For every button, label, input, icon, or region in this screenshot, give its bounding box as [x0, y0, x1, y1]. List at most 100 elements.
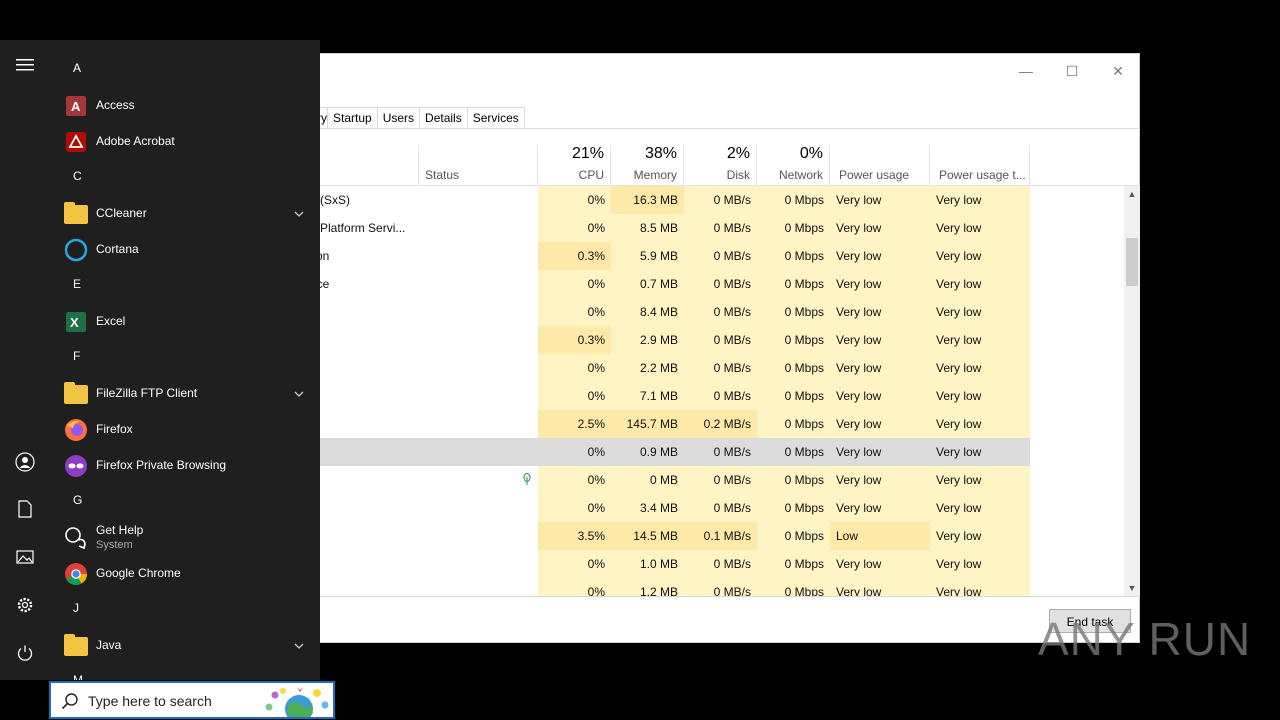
column-power-usage[interactable]: Power usage — [830, 145, 930, 186]
app-excel[interactable]: X Excel — [50, 304, 320, 340]
chevron-down-icon[interactable] — [294, 386, 304, 397]
app-firefox-private-browsing[interactable]: Firefox Private Browsing — [50, 448, 320, 484]
documents-icon[interactable] — [13, 500, 37, 524]
table-row[interactable]: 0.3% 2.9 MB 0 MB/s 0 Mbps Very low Very low — [301, 326, 1130, 354]
disk-value: 0 MB/s — [684, 578, 757, 596]
chevron-down-icon[interactable] — [294, 638, 304, 649]
table-row[interactable]: 0% 0 MB 0 MB/s 0 Mbps Very low Very low — [301, 466, 1130, 494]
hamburger-menu-icon[interactable] — [13, 56, 37, 80]
tab-bar: ry Startup Users Details Services — [301, 107, 525, 129]
process-name — [301, 578, 538, 596]
app-filezilla-ftp-client[interactable]: FileZilla FTP Client — [50, 376, 320, 412]
cpu-value: 0% — [538, 298, 611, 326]
table-row[interactable]: 0% 1.0 MB 0 MB/s 0 Mbps Very low Very low — [301, 550, 1130, 578]
taskbar-search-box[interactable]: Type here to search — [49, 681, 335, 719]
table-row[interactable]: 0% 2.2 MB 0 MB/s 0 Mbps Very low Very low — [301, 354, 1130, 382]
column-memory[interactable]: 38% Memory — [611, 145, 684, 186]
power-trend-value: Very low — [930, 494, 1030, 522]
cpu-value: 0.3% — [538, 242, 611, 270]
table-row[interactable]: tion0.3%5.9 MB0 MB/s0 MbpsVery lowVery l… — [301, 242, 1130, 270]
scroll-down-icon[interactable]: ▼ — [1124, 580, 1140, 596]
table-row[interactable]: n (SxS) 0% 16.3 MB 0 MB/s 0 Mbps Very low Very… — [301, 186, 1130, 214]
app-firefox[interactable]: Firefox — [50, 412, 320, 448]
table-row[interactable]: 0% 1.2 MB 0 MB/s 0 Mbps Very low Very low — [301, 578, 1130, 596]
app-label: Adobe Acrobat — [96, 134, 175, 148]
column-disk[interactable]: 2% Disk — [684, 145, 757, 186]
cpu-value: 0% — [538, 354, 611, 382]
tab-services[interactable]: Services — [466, 107, 525, 128]
process-name — [301, 326, 538, 354]
svg-text:X: X — [70, 315, 79, 330]
process-name: rice — [301, 270, 538, 298]
column-cpu-label: CPU — [578, 168, 604, 182]
network-value: 0 Mbps — [757, 522, 830, 550]
tab-startup[interactable]: Startup — [327, 107, 378, 128]
app-get-help[interactable]: Get Help System — [50, 520, 320, 556]
power-trend-value: Very low — [930, 270, 1030, 298]
scroll-up-icon[interactable]: ▲ — [1124, 186, 1140, 202]
network-value: 0 Mbps — [757, 242, 830, 270]
access-icon: A — [64, 94, 88, 118]
network-value: 0 Mbps — [757, 466, 830, 494]
app-java[interactable]: Java — [50, 628, 320, 664]
minimize-button[interactable]: — — [1011, 60, 1041, 82]
folder-icon — [64, 382, 88, 404]
scroll-thumb[interactable] — [1126, 238, 1138, 286]
app-cortana[interactable]: Cortana — [50, 232, 320, 268]
column-network[interactable]: 0% Network — [757, 145, 830, 186]
table-row[interactable]: 0% 7.1 MB 0 MB/s 0 Mbps Very low Very low — [301, 382, 1130, 410]
disk-value: 0.1 MB/s — [684, 522, 757, 550]
group-letter-a[interactable]: A — [73, 61, 81, 75]
chevron-down-icon[interactable] — [294, 206, 304, 217]
process-name: n (SxS) — [310, 193, 351, 207]
table-row[interactable]: 0% 8.4 MB 0 MB/s 0 Mbps Very low Very low — [301, 298, 1130, 326]
process-name — [301, 382, 538, 410]
disk-value: 0 MB/s — [713, 445, 751, 459]
table-row[interactable]: 0% 3.4 MB 0 MB/s 0 Mbps Very low Very low — [301, 494, 1130, 522]
column-status[interactable]: Status — [418, 145, 538, 186]
excel-icon: X — [64, 310, 88, 334]
network-value: 0 Mbps — [757, 214, 830, 242]
cpu-total: 21% — [571, 145, 604, 162]
power-usage-value: Very low — [830, 410, 930, 438]
app-access[interactable]: A Access — [50, 88, 320, 124]
power-icon[interactable] — [13, 644, 37, 668]
group-letter-g[interactable]: G — [73, 493, 82, 507]
vertical-scrollbar[interactable]: ▲ ▼ — [1124, 186, 1140, 596]
table-row[interactable]: 3.5% 14.5 MB 0.1 MB/s 0 Mbps Low Very low — [301, 522, 1130, 550]
table-row[interactable]: 0% 0.9 MB 0 MB/s 0 Mbps Very low Very low — [301, 438, 1030, 466]
cpu-value: 0% — [538, 494, 611, 522]
chrome-icon — [64, 562, 88, 586]
table-row[interactable]: 2.5% 145.7 MB 0.2 MB/s 0 Mbps Very low Very l… — [301, 410, 1130, 438]
group-letter-c[interactable]: C — [73, 169, 82, 183]
group-letter-j[interactable]: J — [73, 601, 79, 615]
network-value: 0 Mbps — [757, 270, 830, 298]
process-name — [301, 410, 538, 438]
power-usage-value: Very low — [830, 550, 930, 578]
user-account-icon[interactable] — [13, 452, 37, 476]
close-button[interactable]: ✕ — [1103, 60, 1133, 82]
maximize-button[interactable]: ☐ — [1057, 60, 1087, 82]
app-ccleaner[interactable]: CCleaner — [50, 196, 320, 232]
app-adobe-acrobat[interactable]: Adobe Acrobat — [50, 124, 320, 160]
column-power-usage-trend[interactable]: Power usage t... — [930, 145, 1030, 186]
efficiency-mode-leaf-icon — [523, 472, 531, 485]
cpu-value: 2.5% — [538, 410, 611, 438]
memory-value: 5.9 MB — [611, 242, 684, 270]
tab-users[interactable]: Users — [376, 107, 421, 128]
tab-details[interactable]: Details — [419, 107, 468, 128]
pictures-icon[interactable] — [13, 548, 37, 572]
network-value: 0 Mbps — [757, 410, 830, 438]
table-row[interactable]: n Platform Servi... 0% 8.5 MB 0 MB/s 0 Mbps V… — [301, 214, 1130, 242]
group-letter-e[interactable]: E — [73, 277, 81, 291]
power-usage-value: Very low — [830, 382, 930, 410]
table-row[interactable]: rice0%0.7 MB0 MB/s0 MbpsVery lowVery low — [301, 270, 1130, 298]
power-usage-value: Very low — [830, 186, 930, 214]
column-cpu[interactable]: 21% CPU — [538, 145, 611, 186]
power-trend-value: Very low — [936, 445, 982, 459]
settings-gear-icon[interactable] — [13, 596, 37, 620]
column-memory-label: Memory — [633, 168, 677, 182]
group-letter-f[interactable]: F — [73, 349, 80, 363]
power-usage-value: Very low — [830, 242, 930, 270]
app-google-chrome[interactable]: Google Chrome — [50, 556, 320, 592]
